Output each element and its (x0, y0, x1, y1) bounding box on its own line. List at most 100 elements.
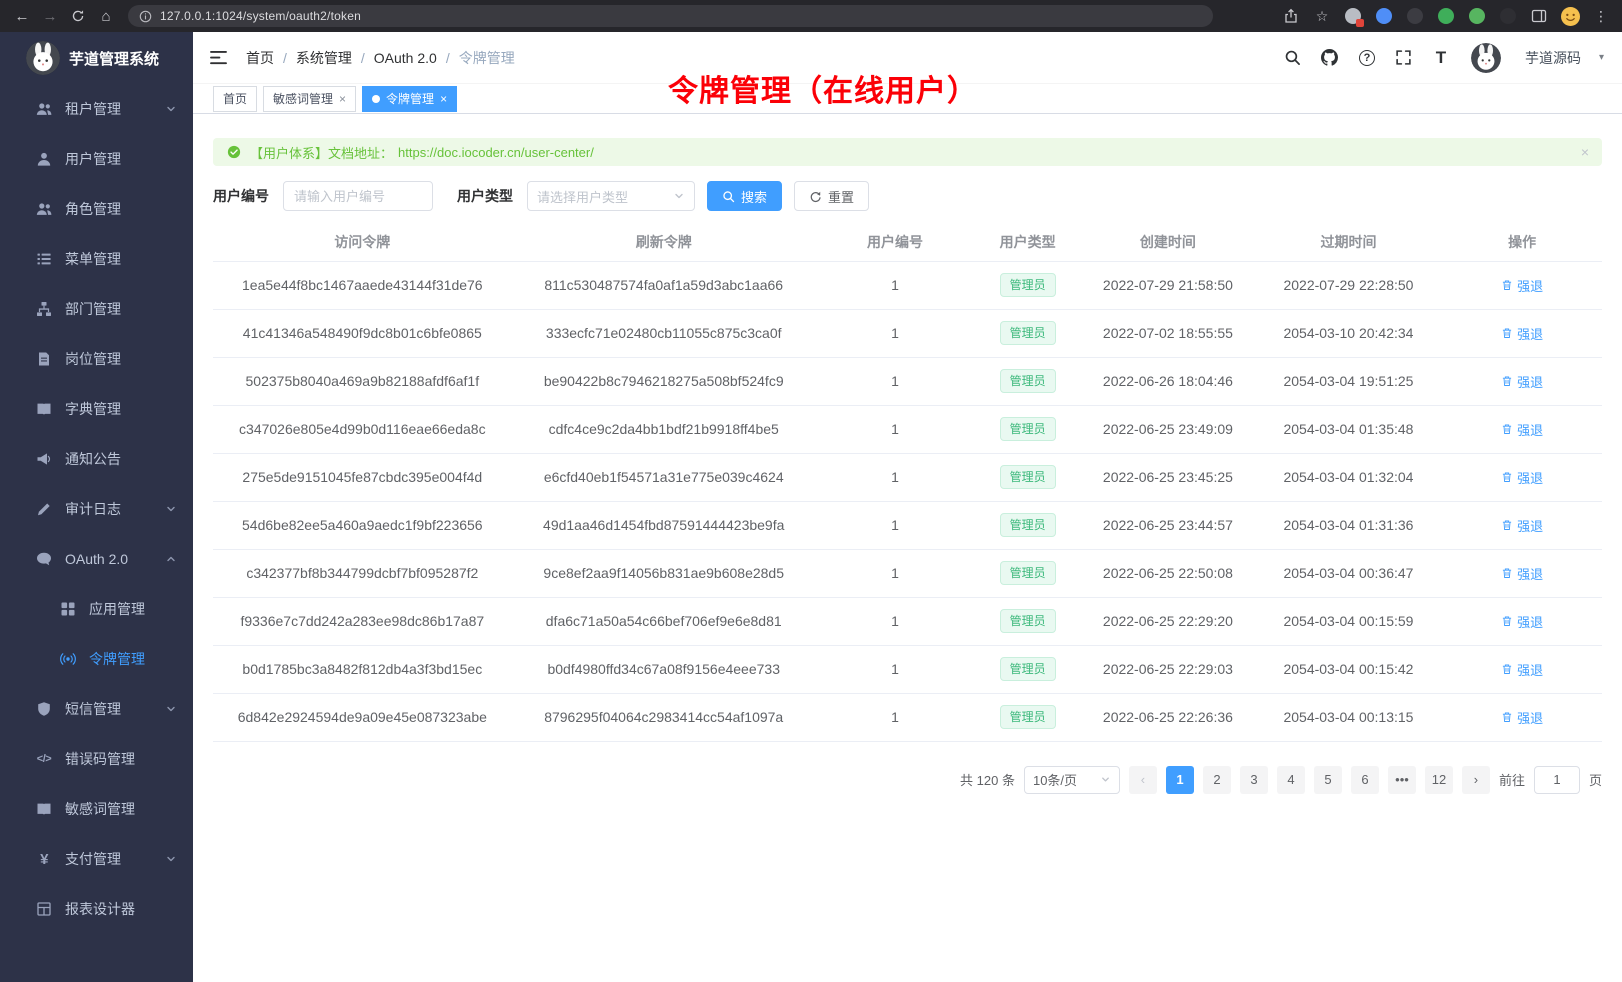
sidebar-item-支付管理[interactable]: ¥支付管理 (0, 834, 193, 884)
force-logout-button[interactable]: 强退 (1501, 564, 1543, 583)
force-logout-button[interactable]: 强退 (1501, 372, 1543, 391)
sidebar-item-通知公告[interactable]: 通知公告 (0, 434, 193, 484)
user-type-placeholder: 请选择用户类型 (537, 187, 628, 206)
extension-button-5[interactable] (1464, 3, 1490, 29)
bookmark-button[interactable]: ☆ (1309, 3, 1335, 29)
page-button-3[interactable]: 3 (1240, 766, 1268, 794)
page-button-12[interactable]: 12 (1425, 766, 1453, 794)
force-logout-label: 强退 (1517, 420, 1543, 439)
action-cell: 强退 (1442, 693, 1602, 741)
address-bar[interactable]: 127.0.0.1:1024/system/oauth2/token (128, 5, 1213, 27)
alert-doc-link[interactable]: https://doc.iocoder.cn/user-center/ (398, 145, 594, 160)
extension-button-2[interactable] (1371, 3, 1397, 29)
search-button[interactable] (1282, 47, 1304, 69)
sidebar-item-敏感词管理[interactable]: 敏感词管理 (0, 784, 193, 834)
browser-back-button[interactable]: ← (8, 2, 36, 30)
reset-button[interactable]: 重置 (794, 181, 869, 211)
extension-button-4[interactable] (1433, 3, 1459, 29)
sidebar-item-短信管理[interactable]: 短信管理 (0, 684, 193, 734)
github-button[interactable] (1319, 47, 1341, 69)
sidebar-item-label: 部门管理 (65, 299, 177, 319)
page-button-2[interactable]: 2 (1203, 766, 1231, 794)
page-size-select[interactable]: 10条/页 (1024, 766, 1120, 794)
tab-close-icon[interactable]: × (440, 93, 447, 105)
user-id-cell: 1 (816, 501, 974, 549)
page-button-4[interactable]: 4 (1277, 766, 1305, 794)
tab-首页[interactable]: 首页 (213, 86, 257, 112)
page-button-6[interactable]: 6 (1351, 766, 1379, 794)
user-avatar[interactable] (1471, 43, 1501, 73)
extension-button-3[interactable] (1402, 3, 1428, 29)
sidebar-item-菜单管理[interactable]: 菜单管理 (0, 234, 193, 284)
chevron-up-icon (165, 553, 177, 565)
sidebar-item-部门管理[interactable]: 部门管理 (0, 284, 193, 334)
action-cell: 强退 (1442, 597, 1602, 645)
person-icon (36, 151, 52, 167)
side-panel-button[interactable] (1526, 3, 1552, 29)
fullscreen-button[interactable] (1393, 47, 1415, 69)
info-icon (139, 10, 152, 23)
kebab-menu-icon: ⋮ (1594, 8, 1608, 25)
sidebar-logo[interactable]: 芋道管理系统 (0, 32, 193, 84)
extension-icon (1469, 8, 1485, 24)
sidebar-item-令牌管理[interactable]: 令牌管理 (0, 634, 193, 684)
force-logout-button[interactable]: 强退 (1501, 468, 1543, 487)
user-type-select[interactable]: 请选择用户类型 (527, 181, 695, 211)
sidebar-item-用户管理[interactable]: 用户管理 (0, 134, 193, 184)
force-logout-button[interactable]: 强退 (1501, 324, 1543, 343)
page-button-1[interactable]: 1 (1166, 766, 1194, 794)
expire-time-cell: 2054-03-04 01:31:36 (1255, 501, 1443, 549)
goto-page-input[interactable] (1534, 766, 1580, 794)
sidebar-fold-button[interactable] (209, 50, 228, 65)
help-button[interactable]: ? (1356, 47, 1378, 69)
tab-敏感词管理[interactable]: 敏感词管理× (263, 86, 356, 112)
user-type-cell: 管理员 (974, 693, 1081, 741)
share-button[interactable] (1278, 3, 1304, 29)
prev-page-button[interactable]: ‹ (1129, 766, 1157, 794)
sidebar-item-字典管理[interactable]: 字典管理 (0, 384, 193, 434)
user-id-cell: 1 (816, 357, 974, 405)
tab-close-icon[interactable]: × (339, 93, 346, 105)
yen-icon: ¥ (36, 851, 52, 867)
force-logout-label: 强退 (1517, 468, 1543, 487)
page-button-5[interactable]: 5 (1314, 766, 1342, 794)
user-id-cell: 1 (816, 405, 974, 453)
sidebar-item-应用管理[interactable]: 应用管理 (0, 584, 193, 634)
breadcrumb-item-首页[interactable]: 首页 (246, 48, 274, 68)
user-type-cell: 管理员 (974, 261, 1081, 309)
breadcrumb-item-系统管理[interactable]: 系统管理 (296, 48, 352, 68)
sidebar-item-岗位管理[interactable]: 岗位管理 (0, 334, 193, 384)
font-size-button[interactable]: T (1430, 47, 1452, 69)
browser-home-button[interactable]: ⌂ (92, 2, 120, 30)
next-page-button[interactable]: › (1462, 766, 1490, 794)
user-type-tag: 管理员 (1000, 273, 1056, 297)
profile-button[interactable] (1557, 3, 1583, 29)
share-icon (1283, 8, 1299, 24)
force-logout-button[interactable]: 强退 (1501, 420, 1543, 439)
force-logout-button[interactable]: 强退 (1501, 516, 1543, 535)
github-icon (1321, 49, 1338, 66)
sidebar-item-租户管理[interactable]: 租户管理 (0, 84, 193, 134)
force-logout-button[interactable]: 强退 (1501, 708, 1543, 727)
force-logout-button[interactable]: 强退 (1501, 660, 1543, 679)
browser-reload-button[interactable] (64, 2, 92, 30)
force-logout-button[interactable]: 强退 (1501, 276, 1543, 295)
search-submit-button[interactable]: 搜索 (707, 181, 782, 211)
browser-forward-button[interactable]: → (36, 2, 64, 30)
sidebar-item-审计日志[interactable]: 审计日志 (0, 484, 193, 534)
browser-menu-button[interactable]: ⋮ (1588, 3, 1614, 29)
page-button-•••[interactable]: ••• (1388, 766, 1416, 794)
sidebar-item-OAuth 2.0[interactable]: OAuth 2.0 (0, 534, 193, 584)
user-name[interactable]: 芋道源码 (1525, 48, 1581, 68)
extension-button-1[interactable] (1340, 3, 1366, 29)
user-id-input[interactable] (283, 181, 433, 211)
alert-close-icon[interactable]: × (1581, 144, 1589, 160)
sidebar-item-角色管理[interactable]: 角色管理 (0, 184, 193, 234)
sidebar-item-错误码管理[interactable]: </>错误码管理 (0, 734, 193, 784)
sidebar-item-报表设计器[interactable]: 报表设计器 (0, 884, 193, 934)
breadcrumb-item-OAuth 2.0[interactable]: OAuth 2.0 (374, 50, 437, 66)
refresh-token-cell: 8796295f04064c2983414cc54af1097a (512, 693, 816, 741)
force-logout-button[interactable]: 强退 (1501, 612, 1543, 631)
extension-button-6[interactable] (1495, 3, 1521, 29)
tab-令牌管理[interactable]: 令牌管理× (362, 86, 457, 112)
